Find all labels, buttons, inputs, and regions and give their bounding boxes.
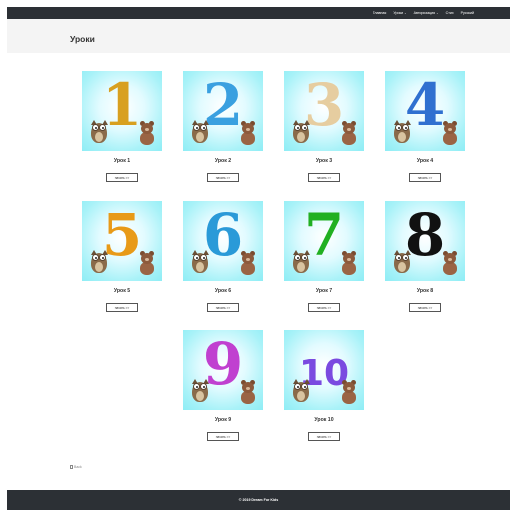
owl-icon — [189, 376, 211, 404]
lesson-card: 7 Урок 7 начать >> — [284, 201, 364, 312]
lesson-card: 6 Урок 6 начать >> — [183, 201, 263, 312]
bear-icon — [239, 380, 257, 404]
lesson-title: Урок 3 — [315, 158, 333, 164]
lesson-image[interactable]: 7 — [284, 201, 364, 281]
nav-item-label: Авторизация — [413, 11, 436, 15]
lesson-card: 8 Урок 8 начать >> — [385, 201, 465, 312]
lesson-title: Урок 4 — [416, 158, 434, 164]
lesson-image[interactable]: 1 — [82, 71, 162, 151]
bear-icon — [340, 380, 358, 404]
lesson-card: 2 Урок 2 начать >> — [183, 71, 263, 182]
bear-icon — [441, 251, 459, 275]
chevron-down-icon: ⌄ — [404, 11, 407, 15]
lesson-title: Урок 5 — [113, 288, 131, 294]
start-lesson-button[interactable]: начать >> — [409, 303, 441, 312]
lesson-image[interactable]: 5 — [82, 201, 162, 281]
footer-copyright: © 2019 Dream For Kids — [238, 498, 279, 502]
nav-item-label: Стих — [445, 11, 454, 15]
owl-icon — [88, 117, 110, 145]
start-lesson-button[interactable]: начать >> — [409, 173, 441, 182]
bear-icon — [239, 121, 257, 145]
lesson-image[interactable]: 6 — [183, 201, 263, 281]
start-lesson-button[interactable]: начать >> — [106, 303, 138, 312]
lesson-card: 9 Урок 9 начать >> — [183, 330, 263, 441]
back-link-label: Back — [74, 465, 82, 469]
owl-icon — [391, 247, 413, 275]
nav-item-2[interactable]: Авторизация⌄ — [414, 11, 439, 15]
start-lesson-button[interactable]: начать >> — [308, 432, 340, 441]
bear-icon — [138, 251, 156, 275]
nav-item-3[interactable]: Стих — [446, 11, 454, 15]
lesson-card: 4 Урок 4 начать >> — [385, 71, 465, 182]
nav-item-1[interactable]: Уроки⌄ — [393, 11, 406, 15]
lesson-card: 5 Урок 5 начать >> — [82, 201, 162, 312]
lesson-image[interactable]: 4 — [385, 71, 465, 151]
start-lesson-button[interactable]: начать >> — [106, 173, 138, 182]
top-navigation-bar: Главная Уроки⌄ Авторизация⌄ Стих Русский — [7, 7, 510, 19]
start-lesson-button[interactable]: начать >> — [207, 432, 239, 441]
document-icon — [70, 465, 73, 469]
bear-icon — [441, 121, 459, 145]
lesson-image[interactable]: 10 — [284, 330, 364, 410]
owl-icon — [88, 247, 110, 275]
lesson-image[interactable]: 8 — [385, 201, 465, 281]
lesson-title: Урок 7 — [315, 288, 333, 294]
page-footer: © 2019 Dream For Kids — [7, 490, 510, 510]
owl-icon — [290, 247, 312, 275]
owl-icon — [189, 117, 211, 145]
start-lesson-button[interactable]: начать >> — [207, 303, 239, 312]
lesson-title: Урок 2 — [214, 158, 232, 164]
bear-icon — [138, 121, 156, 145]
lesson-card: 10 Урок 10 начать >> — [284, 330, 364, 441]
lesson-card: 1 Урок 1 начать >> — [82, 71, 162, 182]
start-lesson-button[interactable]: начать >> — [207, 173, 239, 182]
nav-item-label: Русский — [460, 11, 474, 15]
lesson-title: Урок 10 — [314, 417, 334, 423]
chevron-down-icon: ⌄ — [436, 11, 439, 15]
lesson-image[interactable]: 2 — [183, 71, 263, 151]
page-header: Уроки — [7, 19, 510, 53]
lesson-image[interactable]: 3 — [284, 71, 364, 151]
owl-icon — [290, 376, 312, 404]
owl-icon — [391, 117, 413, 145]
bear-icon — [239, 251, 257, 275]
nav-item-label: Уроки — [393, 11, 404, 15]
nav-item-label: Главная — [372, 11, 387, 15]
lesson-title: Урок 1 — [113, 158, 131, 164]
lesson-title: Урок 9 — [214, 417, 232, 423]
owl-icon — [290, 117, 312, 145]
nav-item-4[interactable]: Русский — [461, 11, 474, 15]
page-frame: Главная Уроки⌄ Авторизация⌄ Стих Русский Уро… — [7, 7, 510, 510]
nav-item-0[interactable]: Главная — [373, 11, 387, 15]
bear-icon — [340, 251, 358, 275]
lesson-title: Урок 8 — [416, 288, 434, 294]
bear-icon — [340, 121, 358, 145]
owl-icon — [189, 247, 211, 275]
page-title: Уроки — [70, 34, 95, 44]
back-link[interactable]: Back — [70, 465, 82, 469]
lesson-title: Урок 6 — [214, 288, 232, 294]
start-lesson-button[interactable]: начать >> — [308, 173, 340, 182]
start-lesson-button[interactable]: начать >> — [308, 303, 340, 312]
lesson-image[interactable]: 9 — [183, 330, 263, 410]
lesson-card: 3 Урок 3 начать >> — [284, 71, 364, 182]
